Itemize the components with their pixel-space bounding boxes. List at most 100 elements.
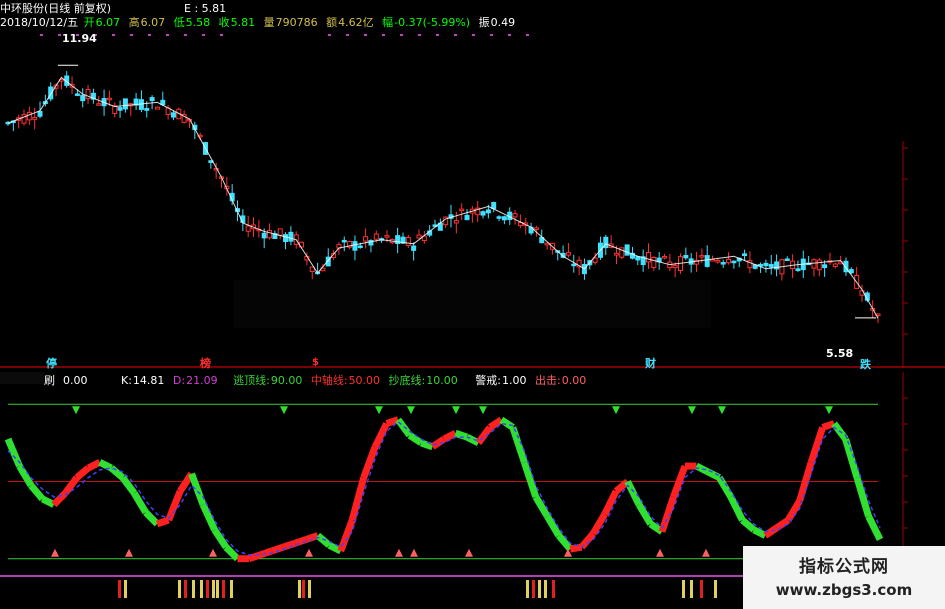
j-value: 0.00 bbox=[63, 374, 88, 387]
candle-body bbox=[74, 93, 80, 96]
watermark-title: 指标公式网 bbox=[799, 557, 889, 577]
candle-body bbox=[811, 259, 817, 269]
candle-body bbox=[624, 244, 630, 256]
candle-body bbox=[405, 236, 411, 246]
indicator-name-mask bbox=[0, 372, 44, 384]
sell-arrow-icon bbox=[479, 406, 487, 415]
top-dot-marker bbox=[220, 34, 223, 36]
candle-body bbox=[32, 117, 38, 120]
signal-bar bbox=[230, 580, 233, 598]
top-dot-marker bbox=[40, 34, 43, 36]
k-line-segment bbox=[119, 475, 138, 496]
top-dot-marker bbox=[184, 34, 187, 36]
candle-body bbox=[373, 233, 379, 240]
candle-body bbox=[453, 220, 459, 224]
candle-body bbox=[795, 268, 801, 272]
vol-value: 790786 bbox=[275, 16, 318, 29]
candle-body bbox=[645, 252, 651, 263]
amp-label: 振 bbox=[478, 16, 490, 29]
top-dot-marker bbox=[202, 34, 205, 36]
top-dot-marker bbox=[364, 34, 367, 36]
candle-body bbox=[832, 263, 838, 267]
candle-body bbox=[288, 231, 294, 242]
candle-body bbox=[267, 229, 273, 239]
candle-body bbox=[742, 253, 748, 257]
candle-body bbox=[384, 235, 390, 238]
candle-body bbox=[341, 239, 347, 243]
top-dot-marker bbox=[454, 34, 457, 36]
top-dot-marker bbox=[166, 34, 169, 36]
redaction-top-right bbox=[534, 30, 945, 141]
open-value: 6.07 bbox=[95, 16, 121, 29]
candle-body bbox=[651, 257, 657, 269]
watermark-url: www.zbgs3.com bbox=[775, 581, 913, 599]
signal-bar bbox=[682, 580, 685, 598]
candle-body bbox=[352, 241, 358, 251]
top-dot-marker bbox=[328, 34, 331, 36]
buy-arrow-icon bbox=[465, 548, 473, 557]
buy-arrow-icon bbox=[51, 548, 59, 557]
candle-body bbox=[459, 208, 465, 212]
candle-body bbox=[261, 232, 267, 239]
candle-body bbox=[662, 255, 668, 259]
candle-body bbox=[170, 112, 176, 118]
buy-arrow-icon bbox=[125, 548, 133, 557]
candle-body bbox=[763, 262, 769, 267]
buy-arrow-icon bbox=[305, 548, 313, 557]
signal-bar bbox=[526, 580, 529, 598]
bottom-label: 抄底线: bbox=[388, 374, 426, 387]
candle-body bbox=[117, 107, 123, 111]
mark-stop: 停 bbox=[46, 357, 57, 370]
k-line-segment bbox=[51, 490, 68, 508]
signal-bar bbox=[192, 580, 195, 598]
close-label: 收 bbox=[218, 16, 230, 29]
candle-body bbox=[80, 94, 86, 102]
k-line-segment bbox=[740, 517, 757, 533]
amt-value: 4.62亿 bbox=[338, 16, 374, 29]
low-value: 5.58 bbox=[185, 16, 211, 29]
candle-body bbox=[149, 97, 155, 102]
candle-body bbox=[715, 259, 721, 263]
high-value: 6.07 bbox=[140, 16, 166, 29]
candle-body bbox=[245, 225, 251, 232]
candle-body bbox=[491, 202, 497, 210]
date-text: 2018/10/12/五 bbox=[0, 16, 79, 29]
candle-body bbox=[144, 107, 150, 111]
j-label: 刷 bbox=[44, 374, 55, 387]
signal-bar bbox=[216, 580, 219, 598]
top-dot-marker bbox=[436, 34, 439, 36]
top-dot-marker bbox=[148, 34, 151, 36]
top-label: 逃顶线: bbox=[233, 374, 270, 387]
warn-label: 警戒: bbox=[475, 374, 501, 387]
candle-body bbox=[683, 255, 689, 259]
candle-body bbox=[699, 255, 705, 258]
candle-body bbox=[96, 103, 102, 106]
high-marker-label: 11.94 bbox=[62, 32, 97, 45]
candle-body bbox=[122, 98, 128, 110]
top-dot-marker bbox=[508, 34, 511, 36]
candle-body bbox=[816, 259, 822, 271]
k-line-segment bbox=[337, 518, 356, 553]
k-line-segment bbox=[509, 426, 528, 464]
low-marker-label: 5.58 bbox=[826, 347, 854, 360]
sell-arrow-icon bbox=[452, 406, 460, 415]
candle-body bbox=[416, 234, 422, 239]
top-dot-marker bbox=[490, 34, 493, 36]
close-value: 5.81 bbox=[230, 16, 256, 29]
out-label: 出击: bbox=[534, 374, 561, 387]
signal-bar bbox=[178, 580, 181, 598]
candle-body bbox=[822, 264, 828, 269]
out-value: 0.00 bbox=[561, 374, 587, 387]
mark-fall: 跌 bbox=[860, 358, 871, 371]
candle-body bbox=[496, 216, 502, 219]
candle-body bbox=[480, 211, 486, 216]
candle-body bbox=[85, 89, 91, 100]
top-dot-marker bbox=[130, 34, 133, 36]
signal-bar bbox=[532, 580, 535, 598]
candle-body bbox=[464, 214, 470, 221]
vol-label: 量 bbox=[263, 16, 275, 29]
k-line-segment bbox=[556, 533, 573, 552]
k-line-segment bbox=[156, 516, 170, 528]
candle-body bbox=[154, 106, 160, 110]
top-dot-marker bbox=[526, 34, 529, 36]
